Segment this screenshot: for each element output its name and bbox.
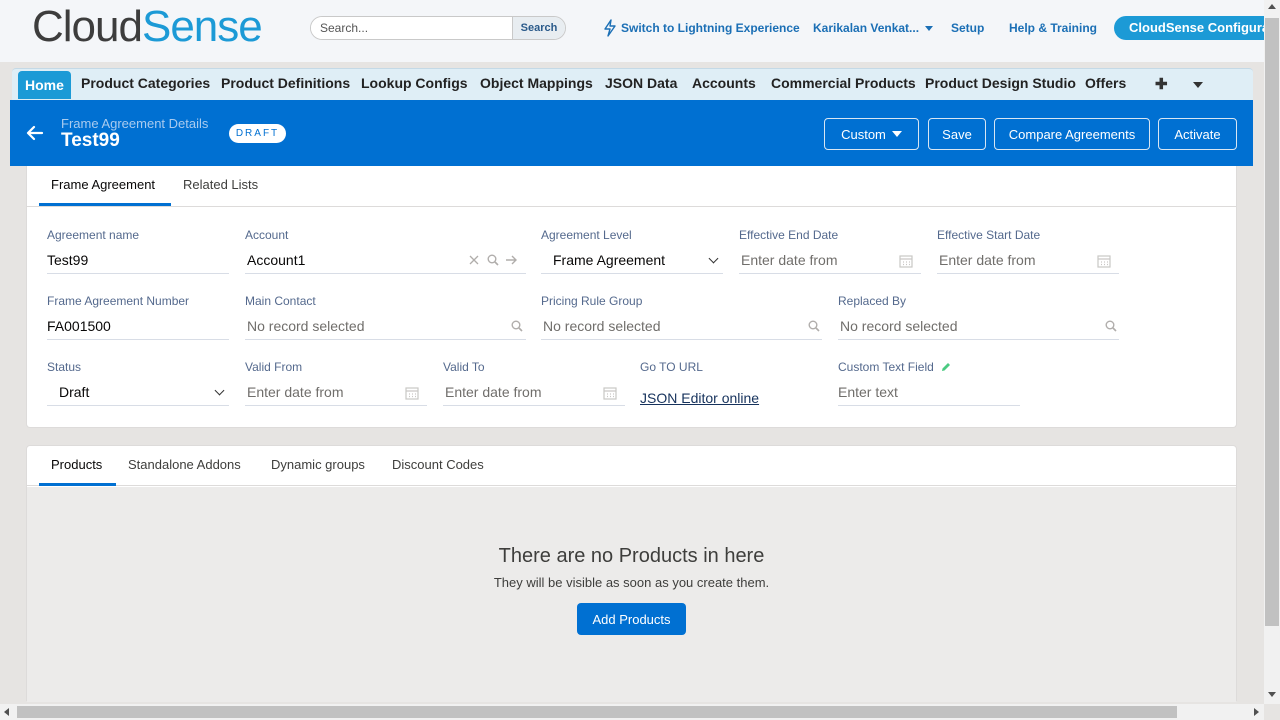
global-search: Search [310, 16, 566, 40]
frame-agreement-number-field[interactable]: FA001500 [47, 314, 229, 340]
compare-agreements-button[interactable]: Compare Agreements [994, 118, 1150, 150]
active-tab-indicator [39, 203, 171, 206]
empty-state-subtitle: They will be visible as soon as you crea… [493, 575, 770, 590]
pricing-rule-group-lookup[interactable]: No record selected [541, 314, 822, 340]
valid-from-label: Valid From [245, 360, 303, 374]
clear-icon[interactable] [469, 255, 479, 265]
replaced-by-label: Replaced By [838, 294, 907, 308]
effective-end-date-label: Effective End Date [739, 228, 839, 242]
status-select[interactable]: Draft [47, 380, 229, 406]
tab-frame-agreement[interactable]: Frame Agreement [51, 177, 155, 192]
calendar-icon[interactable] [1097, 254, 1111, 268]
vertical-scrollbar-thumb[interactable] [1265, 18, 1279, 626]
status-badge: DRAFT [229, 124, 286, 143]
user-menu[interactable]: Karikalan Venkat... [813, 21, 934, 35]
json-editor-link[interactable]: JSON Editor online [640, 390, 759, 406]
agreement-name-label: Agreement name [47, 228, 140, 242]
scroll-right-arrow-icon[interactable] [1254, 708, 1259, 716]
empty-state: There are no Products in here They will … [27, 487, 1236, 702]
search-icon[interactable] [511, 320, 523, 332]
agreement-level-select[interactable]: Frame Agreement [541, 248, 723, 274]
main-contact-label: Main Contact [245, 294, 316, 308]
record-subtitle: Frame Agreement Details [61, 116, 209, 131]
horizontal-scrollbar-thumb[interactable] [17, 706, 1177, 718]
effective-start-date-label: Effective Start Date [937, 228, 1041, 242]
go-to-url-label: Go TO URL [640, 360, 703, 374]
valid-from-field[interactable]: Enter date from [245, 380, 427, 406]
nav-tab-json-data[interactable]: JSON Data [605, 75, 677, 91]
custom-caret-icon [891, 131, 902, 137]
status-label: Status [47, 360, 82, 374]
add-tab-plus-icon[interactable]: ✚ [1155, 75, 1168, 93]
empty-state-title: There are no Products in here [498, 545, 765, 567]
top-header: CloudSense Search Switch to Lightning Ex… [0, 0, 1274, 62]
back-arrow-icon[interactable] [26, 124, 44, 142]
nav-tab-commercial-products[interactable]: Commercial Products [771, 75, 916, 91]
account-field[interactable]: Account1 [245, 248, 526, 274]
account-label: Account [245, 228, 289, 242]
scroll-left-arrow-icon[interactable] [4, 708, 9, 716]
add-products-button[interactable]: Add Products [577, 603, 686, 635]
detail-tabs: Frame Agreement Related Lists [27, 166, 1236, 207]
chevron-down-icon [708, 253, 719, 264]
main-contact-lookup[interactable]: No record selected [245, 314, 526, 340]
custom-text-field-label: Custom Text Field [838, 360, 951, 374]
calendar-icon[interactable] [405, 386, 419, 400]
tab-products[interactable]: Products [51, 457, 102, 472]
record-title: Test99 [61, 130, 120, 151]
nav-tab-product-categories[interactable]: Product Categories [81, 75, 210, 91]
nav-tab-home[interactable]: Home [18, 71, 71, 99]
effective-end-date-field[interactable]: Enter date from [739, 248, 921, 274]
effective-start-date-field[interactable]: Enter date from [937, 248, 1119, 274]
setup-link[interactable]: Setup [951, 21, 984, 35]
tab-standalone-addons[interactable]: Standalone Addons [128, 457, 241, 472]
product-tabs: Products Standalone Addons Dynamic group… [27, 446, 1236, 486]
scroll-up-arrow-icon[interactable] [1268, 4, 1276, 9]
scroll-down-arrow-icon[interactable] [1268, 692, 1276, 697]
custom-dropdown-button[interactable]: Custom [824, 118, 919, 150]
nav-tab-product-design-studio[interactable]: Product Design Studio [925, 75, 1076, 91]
tab-related-lists[interactable]: Related Lists [183, 177, 258, 192]
active-tab-indicator [39, 483, 116, 486]
pencil-edit-icon[interactable] [941, 362, 951, 372]
navigate-arrow-icon[interactable] [505, 254, 518, 266]
search-button[interactable]: Search [512, 17, 565, 39]
agreement-level-label: Agreement Level [541, 228, 632, 242]
help-training-link[interactable]: Help & Training [1009, 21, 1097, 35]
search-icon[interactable] [487, 254, 499, 266]
products-card: Products Standalone Addons Dynamic group… [26, 445, 1237, 702]
app-switcher-button[interactable]: CloudSense Configurator [1114, 16, 1274, 40]
switch-to-lightning-link[interactable]: Switch to Lightning Experience [621, 21, 800, 35]
lightning-bolt-icon [604, 19, 616, 37]
custom-text-field-input[interactable]: Enter text [838, 380, 1020, 406]
tab-dynamic-groups[interactable]: Dynamic groups [271, 457, 365, 472]
agreement-name-field[interactable]: Test99 [47, 248, 229, 274]
nav-tab-accounts[interactable]: Accounts [692, 75, 756, 91]
search-icon[interactable] [1105, 320, 1117, 332]
more-tabs-caret-icon[interactable] [1193, 82, 1203, 88]
nav-tab-object-mappings[interactable]: Object Mappings [480, 75, 593, 91]
nav-tab-lookup-configs[interactable]: Lookup Configs [361, 75, 468, 91]
calendar-icon[interactable] [899, 254, 913, 268]
save-button[interactable]: Save [928, 118, 986, 150]
frame-agreement-number-label: Frame Agreement Number [47, 294, 190, 308]
user-menu-caret-icon [925, 26, 934, 32]
valid-to-label: Valid To [443, 360, 485, 374]
calendar-icon[interactable] [603, 386, 617, 400]
frame-agreement-card: Frame Agreement Related Lists Agreement … [26, 166, 1237, 428]
tab-discount-codes[interactable]: Discount Codes [392, 457, 484, 472]
nav-tab-offers[interactable]: Offers [1085, 75, 1126, 91]
search-icon[interactable] [808, 320, 820, 332]
record-header: Frame Agreement Details Test99 DRAFT Cus… [10, 100, 1253, 166]
chevron-down-icon [214, 385, 225, 396]
nav-tab-bar: Home Product Categories Product Definiti… [12, 68, 1253, 100]
valid-to-field[interactable]: Enter date from [443, 380, 625, 406]
cloudsense-logo[interactable]: CloudSense [32, 2, 263, 52]
search-input[interactable] [311, 17, 513, 39]
nav-tab-product-definitions[interactable]: Product Definitions [221, 75, 350, 91]
activate-button[interactable]: Activate [1158, 118, 1237, 150]
replaced-by-lookup[interactable]: No record selected [838, 314, 1119, 340]
pricing-rule-group-label: Pricing Rule Group [541, 294, 643, 308]
